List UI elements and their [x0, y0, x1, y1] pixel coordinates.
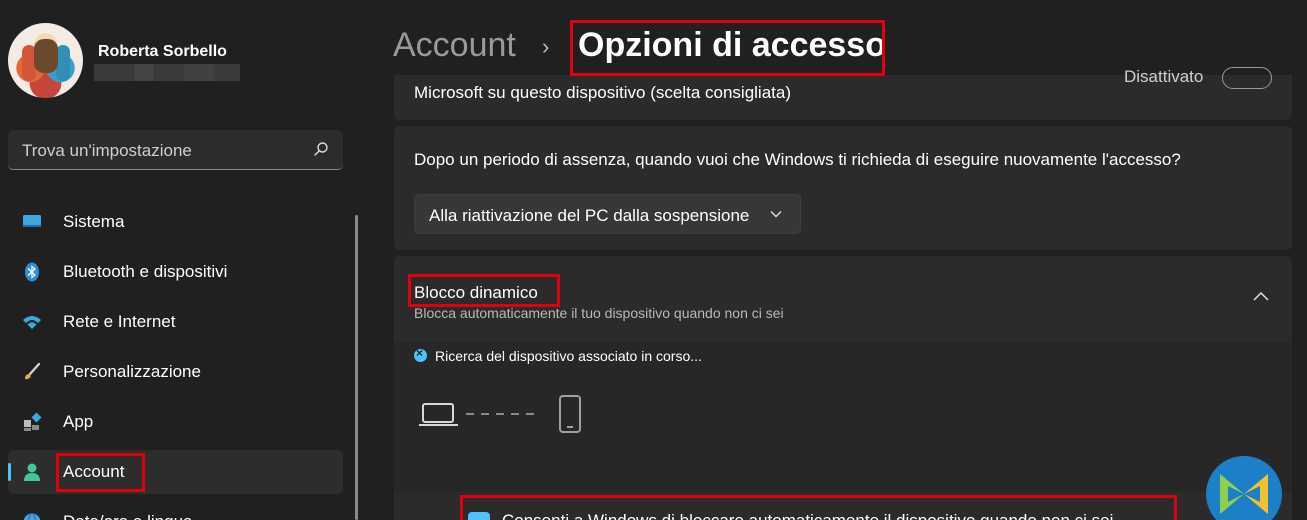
card-description: Microsoft su questo dispositivo (scelta …	[414, 83, 791, 102]
dynamic-lock-title: Blocco dinamico	[414, 283, 538, 302]
globe-icon	[23, 513, 41, 520]
device-pairing-illustration	[419, 395, 581, 433]
sidebar: Roberta Sorbello Trova un'impostazione S…	[0, 0, 360, 520]
monitor-icon	[23, 215, 41, 227]
dynamic-lock-header[interactable]: Blocco dinamico Blocca automaticamente i…	[394, 256, 1292, 342]
search-box[interactable]: Trova un'impostazione	[8, 130, 343, 170]
sidebar-item-label: Sistema	[63, 212, 125, 231]
dynamic-lock-checkbox[interactable]	[468, 512, 490, 520]
user-email-redacted	[94, 64, 240, 81]
checkbox-label: Consenti a Windows di bloccare automatic…	[502, 511, 1113, 520]
chevron-down-icon	[770, 211, 782, 218]
dynamic-lock-option: Consenti a Windows di bloccare automatic…	[394, 492, 1292, 520]
away-question: Dopo un periodo di assenza, quando vuoi …	[414, 150, 1181, 169]
avatar[interactable]	[8, 23, 83, 98]
chevron-up-icon[interactable]	[1252, 290, 1270, 304]
bluetooth-icon	[25, 262, 39, 282]
toggle-status: Disattivato	[1124, 67, 1204, 86]
selection-indicator	[8, 463, 11, 481]
phone-icon	[559, 395, 581, 433]
dynamic-lock-body: Ricerca del dispositivo associato in cor…	[394, 342, 1292, 492]
avatar-art	[34, 39, 58, 73]
sidebar-item-label: Rete e Internet	[63, 312, 176, 331]
toggle-switch[interactable]	[1222, 67, 1272, 89]
sidebar-item-label: Data/ora e lingua	[63, 512, 192, 520]
away-dropdown[interactable]: Alla riattivazione del PC dalla sospensi…	[414, 194, 801, 234]
sidebar-item-sistema[interactable]: Sistema	[8, 200, 343, 244]
account-card: Disattivato Microsoft su questo disposit…	[394, 67, 1292, 120]
wifi-icon	[23, 316, 41, 329]
sidebar-item-bluetooth[interactable]: Bluetooth e dispositivi	[8, 250, 343, 294]
breadcrumb-separator: ›	[542, 34, 550, 59]
dynamic-lock-subtitle: Blocca automaticamente il tuo dispositiv…	[414, 305, 784, 321]
breadcrumb-parent[interactable]: Account	[393, 26, 516, 65]
brush-icon	[25, 362, 41, 380]
search-icon[interactable]	[313, 141, 329, 157]
search-input[interactable]: Trova un'impostazione	[22, 141, 192, 161]
sidebar-item-label: Personalizzazione	[63, 362, 201, 381]
sidebar-item-label: Account	[63, 462, 125, 481]
user-name: Roberta Sorbello	[98, 43, 227, 60]
sidebar-item-data-ora[interactable]: Data/ora e lingua	[8, 500, 343, 520]
sidebar-item-app[interactable]: App	[8, 400, 343, 444]
pairing-status: Ricerca del dispositivo associato in cor…	[435, 348, 702, 364]
page-title: Opzioni di accesso	[578, 26, 886, 64]
sidebar-item-personalizzazione[interactable]: Personalizzazione	[8, 350, 343, 394]
avatar-art	[56, 45, 70, 81]
status-info-icon	[414, 346, 427, 362]
sidebar-item-label: App	[63, 412, 94, 431]
apps-icon	[24, 412, 42, 431]
sidebar-item-rete[interactable]: Rete e Internet	[8, 300, 343, 344]
sidebar-item-label: Bluetooth e dispositivi	[63, 262, 228, 281]
sidebar-scrollbar[interactable]	[355, 215, 358, 520]
account-icon	[24, 463, 40, 481]
away-timeout-card: Dopo un periodo di assenza, quando vuoi …	[394, 126, 1292, 250]
laptop-icon	[419, 403, 458, 426]
sidebar-item-account[interactable]: Account	[8, 450, 343, 494]
dropdown-value: Alla riattivazione del PC dalla sospensi…	[429, 206, 750, 225]
